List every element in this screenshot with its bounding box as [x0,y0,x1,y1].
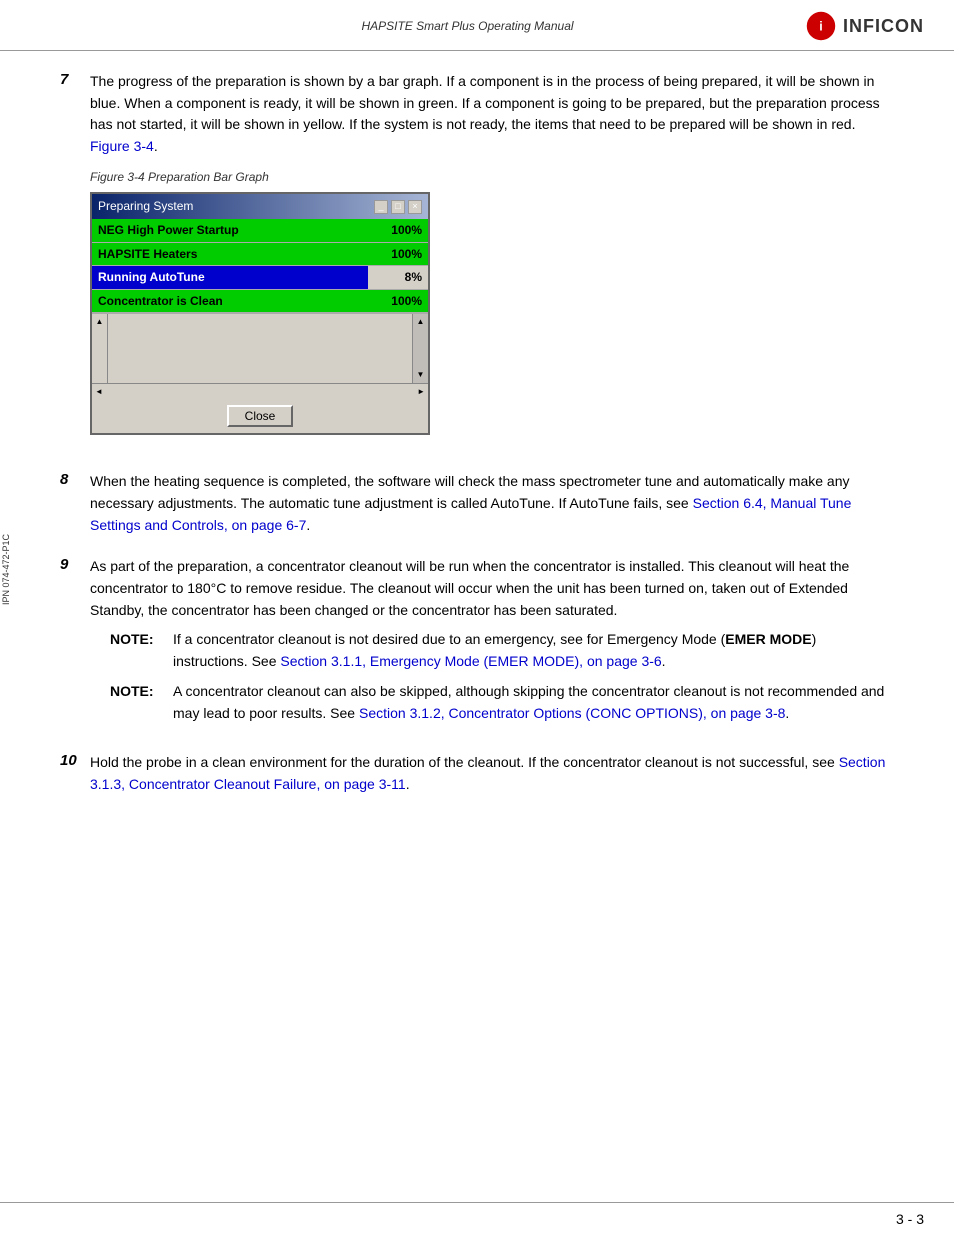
step-7-number: 7 [60,71,78,88]
figure-caption: Figure 3-4 Preparation Bar Graph [90,168,894,187]
dialog-scroll-area: ▲ ▲ ▼ [92,313,428,383]
left-scrollbar[interactable]: ▲ [92,314,108,383]
titlebar-buttons: _ □ × [374,200,422,214]
hscroll-right: ► [414,386,428,398]
page-footer: 3 - 3 [0,1202,954,1235]
row-autotune-label: Running AutoTune [92,266,368,289]
row-neg-label: NEG High Power Startup [92,219,368,242]
section-3-1-2-link[interactable]: Section 3.1.2, Concentrator Options (CON… [359,705,785,721]
step-8: 8 When the heating sequence is completed… [60,471,894,536]
inficon-logo-icon: i [805,10,837,42]
scroll-right-up: ▲ [417,316,425,328]
note-2-text: A concentrator cleanout can also be skip… [173,681,894,724]
row-hapsite-value: 100% [368,243,428,266]
figure-3-4-link[interactable]: Figure 3-4 [90,138,154,154]
dialog-close-area: Close [92,399,428,433]
close-x-button[interactable]: × [408,200,422,214]
step-10-text-after: . [406,776,410,792]
scroll-right-down: ▼ [417,369,425,381]
note-1-label: NOTE: [110,629,165,672]
row-neg-value: 100% [368,219,428,242]
manual-title: HAPSITE Smart Plus Operating Manual [130,19,805,33]
row-concentrator-value: 100% [368,290,428,313]
row-concentrator-label: Concentrator is Clean [92,290,368,313]
logo-area: i INFICON [805,10,924,42]
row-hapsite-heaters: HAPSITE Heaters 100% [92,243,428,267]
step-7-text: The progress of the preparation is shown… [90,73,880,132]
svg-text:i: i [819,19,822,33]
page-number: 3 - 3 [896,1211,924,1227]
step-10-number: 10 [60,752,78,769]
maximize-button[interactable]: □ [391,200,405,214]
step-9-content: As part of the preparation, a concentrat… [90,556,894,732]
row-hapsite-label: HAPSITE Heaters [92,243,368,266]
ipn-label: IPN 074-472-P1C [1,534,11,605]
step-9-text: As part of the preparation, a concentrat… [90,558,849,617]
step-7-content: The progress of the preparation is shown… [90,71,894,451]
hscroll-left: ◄ [92,386,106,398]
note-1: NOTE: If a concentrator cleanout is not … [90,629,894,672]
horizontal-scrollbar: ◄ ► [92,383,428,399]
step-8-number: 8 [60,471,78,488]
step-7: 7 The progress of the preparation is sho… [60,71,894,451]
right-scrollbar[interactable]: ▲ ▼ [412,314,428,383]
section-3-1-1-link[interactable]: Section 3.1.1, Emergency Mode (EMER MODE… [280,653,661,669]
step-10: 10 Hold the probe in a clean environment… [60,752,894,795]
dialog-title: Preparing System [98,197,193,216]
row-neg-high-power: NEG High Power Startup 100% [92,219,428,243]
note-2: NOTE: A concentrator cleanout can also b… [90,681,894,724]
main-content: 7 The progress of the preparation is sho… [0,51,954,836]
page-header: HAPSITE Smart Plus Operating Manual i IN… [0,0,954,51]
dialog-rows: NEG High Power Startup 100% HAPSITE Heat… [92,219,428,313]
dialog-titlebar: Preparing System _ □ × [92,194,428,219]
close-button[interactable]: Close [227,405,294,427]
logo-text: INFICON [843,16,924,37]
note-1-text: If a concentrator cleanout is not desire… [173,629,894,672]
emer-mode-bold: EMER MODE [725,631,811,647]
scroll-up-arrow: ▲ [96,316,104,328]
note-2-label: NOTE: [110,681,165,724]
step-10-content: Hold the probe in a clean environment fo… [90,752,894,795]
step-10-text-before: Hold the probe in a clean environment fo… [90,754,835,770]
row-running-autotune: Running AutoTune 8% [92,266,428,290]
step-8-text-after: . [306,517,310,533]
step-9-number: 9 [60,556,78,573]
step-9: 9 As part of the preparation, a concentr… [60,556,894,732]
step-8-content: When the heating sequence is completed, … [90,471,894,536]
minimize-button[interactable]: _ [374,200,388,214]
preparation-dialog: Preparing System _ □ × NEG High Power St… [90,192,430,435]
row-concentrator-clean: Concentrator is Clean 100% [92,290,428,314]
scroll-content [108,314,412,383]
row-autotune-value: 8% [368,266,428,289]
